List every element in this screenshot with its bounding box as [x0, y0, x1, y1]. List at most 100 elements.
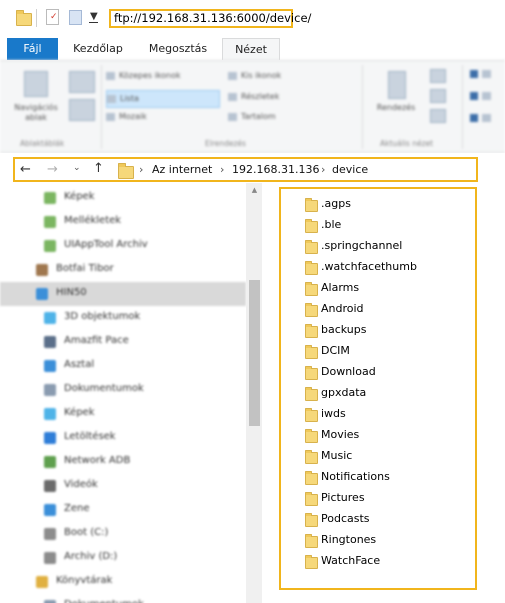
nav-item-label: Dokumentumok: [64, 383, 144, 394]
nav-item-icon: [44, 528, 56, 540]
navigation-pane-icon: [24, 71, 48, 97]
nav-item[interactable]: Képek: [0, 402, 246, 426]
sort-label: Rendezés: [376, 103, 416, 112]
nav-item-icon: [44, 552, 56, 564]
folder-row[interactable]: .springchannel: [303, 236, 473, 257]
nav-item[interactable]: Képek: [0, 186, 246, 210]
preview-pane-icon[interactable]: [69, 71, 95, 93]
file-extensions-toggle[interactable]: [470, 91, 495, 100]
nav-item[interactable]: Archiv (D:): [0, 546, 246, 570]
group-panes-label: Ablaktáblák: [20, 139, 65, 148]
separator: [36, 9, 37, 27]
folder-row[interactable]: Music: [303, 446, 473, 467]
nav-item-icon: [44, 240, 56, 252]
folder-row[interactable]: Pictures: [303, 488, 473, 509]
nav-item[interactable]: Network ADB: [0, 450, 246, 474]
nav-item[interactable]: Videók: [0, 474, 246, 498]
folder-icon: [305, 534, 318, 548]
size-columns-icon[interactable]: [430, 109, 446, 123]
folder-row[interactable]: Ringtones: [303, 530, 473, 551]
folder-row[interactable]: DCIM: [303, 341, 473, 362]
folder-row[interactable]: Notifications: [303, 467, 473, 488]
nav-item[interactable]: Zene: [0, 498, 246, 522]
up-arrow-icon[interactable]: ↑: [93, 161, 104, 176]
ribbon-separator: [462, 65, 463, 149]
tab-share[interactable]: Megosztás: [138, 38, 218, 60]
nav-item-label: Zene: [64, 503, 90, 514]
folder-row[interactable]: Alarms: [303, 278, 473, 299]
folder-row[interactable]: Podcasts: [303, 509, 473, 530]
nav-item-icon: [44, 504, 56, 516]
navigation-pane-button[interactable]: Navigációs ablak: [10, 65, 62, 135]
breadcrumb-host[interactable]: 192.168.31.136: [232, 163, 319, 176]
breadcrumb-chevron-icon[interactable]: ›: [321, 163, 325, 176]
back-arrow-icon[interactable]: ←: [20, 162, 31, 177]
nav-item[interactable]: Botfai Tibor: [0, 258, 246, 282]
folder-row[interactable]: gpxdata: [303, 383, 473, 404]
sort-button[interactable]: Rendezés: [368, 65, 424, 135]
folder-row[interactable]: Download: [303, 362, 473, 383]
item-checkboxes-toggle[interactable]: [470, 69, 495, 78]
nav-item-icon: [36, 576, 48, 588]
folder-icon: [305, 429, 318, 443]
folder-row[interactable]: .ble: [303, 215, 473, 236]
nav-item[interactable]: Asztal: [0, 354, 246, 378]
nav-item[interactable]: Boot (C:): [0, 522, 246, 546]
folder-row[interactable]: .agps: [303, 194, 473, 215]
hidden-items-toggle[interactable]: [470, 113, 495, 122]
breadcrumb-chevron-icon[interactable]: ›: [220, 163, 224, 176]
folder-row[interactable]: Android: [303, 299, 473, 320]
folder-name: gpxdata: [321, 386, 367, 399]
scroll-up-arrow-icon[interactable]: ▲: [249, 186, 260, 194]
nav-item[interactable]: Letöltések: [0, 426, 246, 450]
breadcrumb-device[interactable]: device: [332, 163, 368, 176]
forward-arrow-icon[interactable]: →: [47, 162, 58, 177]
folder-name: Movies: [321, 428, 360, 441]
layout-medium-icons[interactable]: Közepes ikonok: [106, 71, 218, 80]
folder-icon: [305, 282, 318, 296]
layout-content[interactable]: Tartalom: [228, 112, 328, 121]
folder-name: .ble: [321, 218, 342, 231]
layout-tiles[interactable]: Mozaik: [106, 112, 218, 121]
new-folder-icon[interactable]: [69, 10, 82, 25]
ribbon-tabs: Fájl Kezdőlap Megosztás Nézet: [0, 38, 505, 60]
nav-item-label: HIN50: [56, 287, 87, 298]
tab-home[interactable]: Kezdőlap: [62, 38, 134, 60]
recent-locations-chevron-icon[interactable]: ⌄: [73, 163, 81, 173]
group-current-view-label: Aktuális nézet: [380, 139, 434, 148]
add-columns-icon[interactable]: [430, 89, 446, 103]
nav-item[interactable]: HIN50: [0, 282, 246, 306]
folder-row[interactable]: WatchFace: [303, 551, 473, 572]
address-bar[interactable]: ← → ⌄ ↑ › Az internet › 192.168.31.136 ›…: [13, 157, 478, 182]
breadcrumb-chevron-icon[interactable]: ›: [139, 163, 143, 176]
nav-item[interactable]: 3D objektumok: [0, 306, 246, 330]
folder-row[interactable]: backups: [303, 320, 473, 341]
nav-item-icon: [44, 312, 56, 324]
nav-item[interactable]: Mellékletek: [0, 210, 246, 234]
navigation-pane: Képek Mellékletek UIAppTool Archiv Botfai T…: [0, 183, 262, 603]
layout-small-icons[interactable]: Kis ikonok: [228, 71, 328, 80]
scrollbar-thumb[interactable]: [249, 280, 260, 426]
breadcrumb-internet[interactable]: Az internet: [152, 163, 212, 176]
properties-icon[interactable]: ✓: [46, 9, 59, 25]
layout-details[interactable]: Részletek: [228, 92, 328, 101]
folder-name: Podcasts: [321, 512, 370, 525]
details-pane-icon[interactable]: [69, 99, 95, 121]
nav-item-label: Képek: [64, 407, 95, 418]
nav-item[interactable]: Könyvtárak: [0, 570, 246, 594]
nav-item-label: Videók: [64, 479, 98, 490]
folder-row[interactable]: Movies: [303, 425, 473, 446]
nav-item[interactable]: Dokumentumok: [0, 594, 246, 603]
tab-view[interactable]: Nézet: [222, 38, 280, 60]
folder-name: Android: [321, 302, 364, 315]
dropdown-underline: [89, 22, 98, 23]
nav-item[interactable]: Dokumentumok: [0, 378, 246, 402]
folder-icon: [305, 492, 318, 506]
nav-item[interactable]: Amazfit Pace: [0, 330, 246, 354]
folder-row[interactable]: .watchfacethumb: [303, 257, 473, 278]
layout-list[interactable]: Lista: [106, 90, 220, 108]
group-by-icon[interactable]: [430, 69, 446, 83]
folder-row[interactable]: iwds: [303, 404, 473, 425]
nav-item[interactable]: UIAppTool Archiv: [0, 234, 246, 258]
tab-file[interactable]: Fájl: [7, 38, 58, 60]
